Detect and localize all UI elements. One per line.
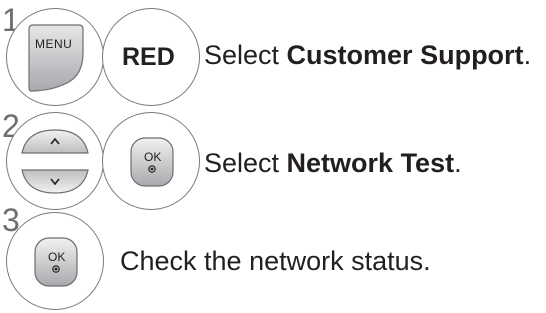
up-down-keys[interactable]: [6, 112, 104, 210]
menu-key-shape: [28, 24, 84, 92]
step-1: 1 MENU RED Select Customer Support.: [0, 0, 546, 110]
up-key[interactable]: [19, 127, 91, 155]
red-key-label: RED: [122, 43, 175, 71]
text-suffix: .: [454, 148, 462, 178]
step-3-description: Check the network status.: [120, 248, 431, 275]
step-2-description: Select Network Test.: [204, 150, 462, 177]
text-bold: Network Test: [286, 148, 455, 178]
ok-key[interactable]: OK: [102, 112, 200, 210]
step-1-description: Select Customer Support.: [204, 42, 531, 69]
text-prefix: Select: [204, 148, 287, 178]
text-bold: Customer Support: [286, 40, 524, 70]
menu-key[interactable]: MENU: [6, 8, 104, 106]
step-2: 2 OK Select Network Test.: [0, 110, 546, 210]
red-key[interactable]: RED: [102, 8, 200, 106]
ok-key[interactable]: OK: [6, 212, 104, 310]
text-prefix: Select: [204, 40, 287, 70]
text-suffix: .: [523, 40, 532, 70]
ok-key-label: OK: [144, 150, 162, 164]
menu-key-label: MENU: [35, 37, 73, 51]
step-3: 3 OK Check the network status.: [0, 204, 546, 313]
text-prefix: Check the network status.: [120, 246, 431, 276]
ok-key-label: OK: [48, 250, 66, 264]
down-key[interactable]: [19, 168, 91, 196]
